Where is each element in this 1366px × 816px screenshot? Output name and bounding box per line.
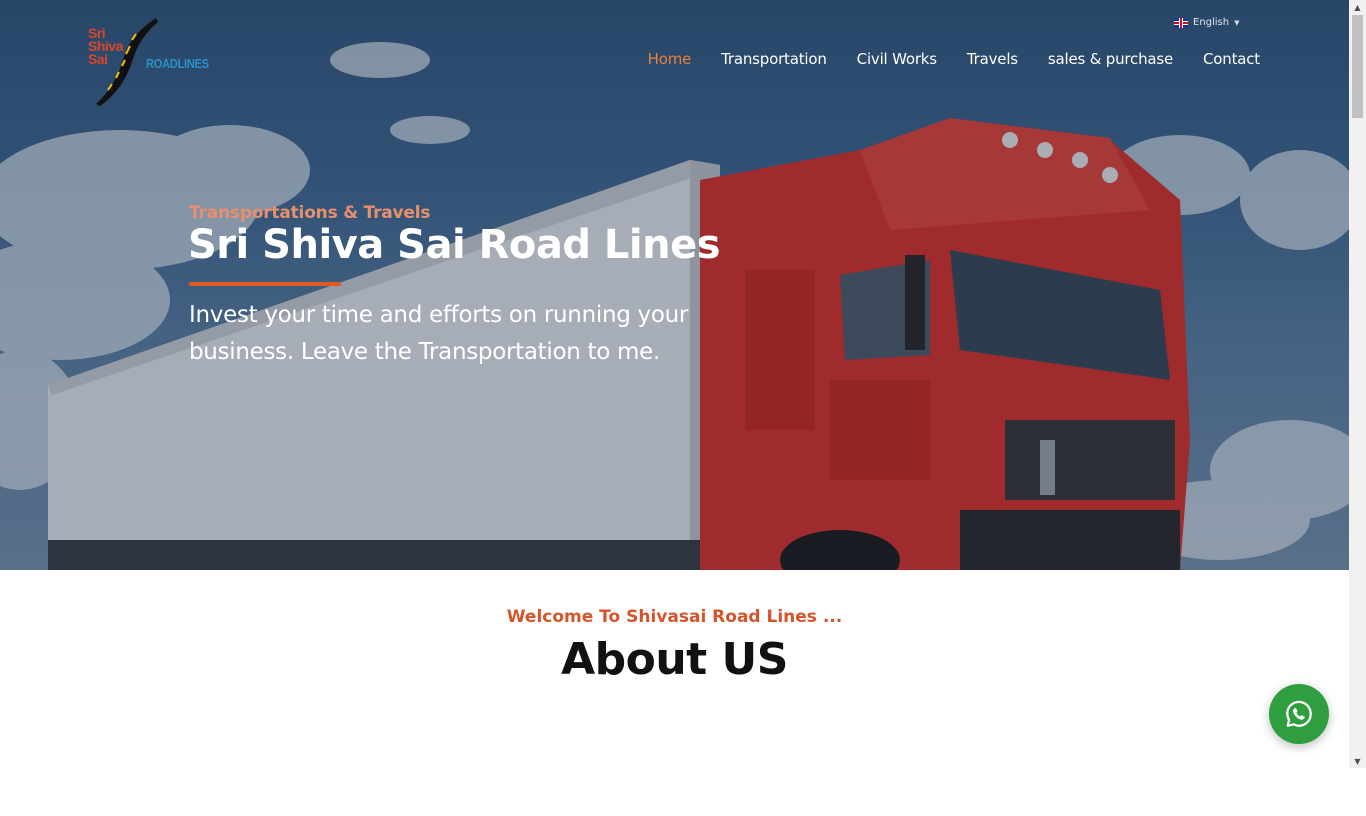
hero-banner: Sri Shiva Sai ROADLINES English ▼ Home T… [0, 0, 1349, 570]
site-logo[interactable]: Sri Shiva Sai ROADLINES [86, 16, 226, 108]
nav-item-home[interactable]: Home [648, 50, 692, 68]
hero-description: Invest your time and efforts on running … [189, 302, 689, 365]
logo-text-line-3: Sai [88, 51, 108, 67]
main-nav: Home Transportation Civil Works Travels … [648, 50, 1261, 68]
nav-item-transportation[interactable]: Transportation [721, 50, 827, 68]
nav-item-sales-purchase[interactable]: sales & purchase [1048, 50, 1173, 68]
chevron-down-icon: ▼ [1234, 18, 1240, 27]
uk-flag-icon [1174, 17, 1188, 28]
whatsapp-button[interactable] [1269, 684, 1329, 744]
hero-title: Sri Shiva Sai Road Lines [188, 222, 721, 268]
logo-roadlines-text: ROADLINES [146, 56, 209, 71]
language-switcher[interactable]: English ▼ [1174, 17, 1240, 28]
about-kicker: Welcome To Shivasai Road Lines ... [506, 607, 843, 627]
viewport-bottom-strip [0, 768, 1366, 816]
nav-item-civil-works[interactable]: Civil Works [857, 50, 937, 68]
language-label: English [1193, 17, 1230, 28]
scroll-up-arrow-icon[interactable]: ▲ [1349, 0, 1366, 14]
vertical-scrollbar[interactable]: ▲ ▼ [1349, 0, 1366, 768]
scrollbar-thumb[interactable] [1352, 15, 1363, 118]
page: Sri Shiva Sai ROADLINES English ▼ Home T… [0, 0, 1349, 816]
hero-title-underline [189, 282, 341, 286]
nav-item-travels[interactable]: Travels [967, 50, 1018, 68]
nav-item-contact[interactable]: Contact [1203, 50, 1260, 68]
scroll-down-arrow-icon[interactable]: ▼ [1349, 754, 1366, 768]
about-title: About US [561, 634, 788, 685]
hero-subtitle: Transportations & Travels [189, 203, 431, 223]
whatsapp-icon [1286, 700, 1312, 727]
